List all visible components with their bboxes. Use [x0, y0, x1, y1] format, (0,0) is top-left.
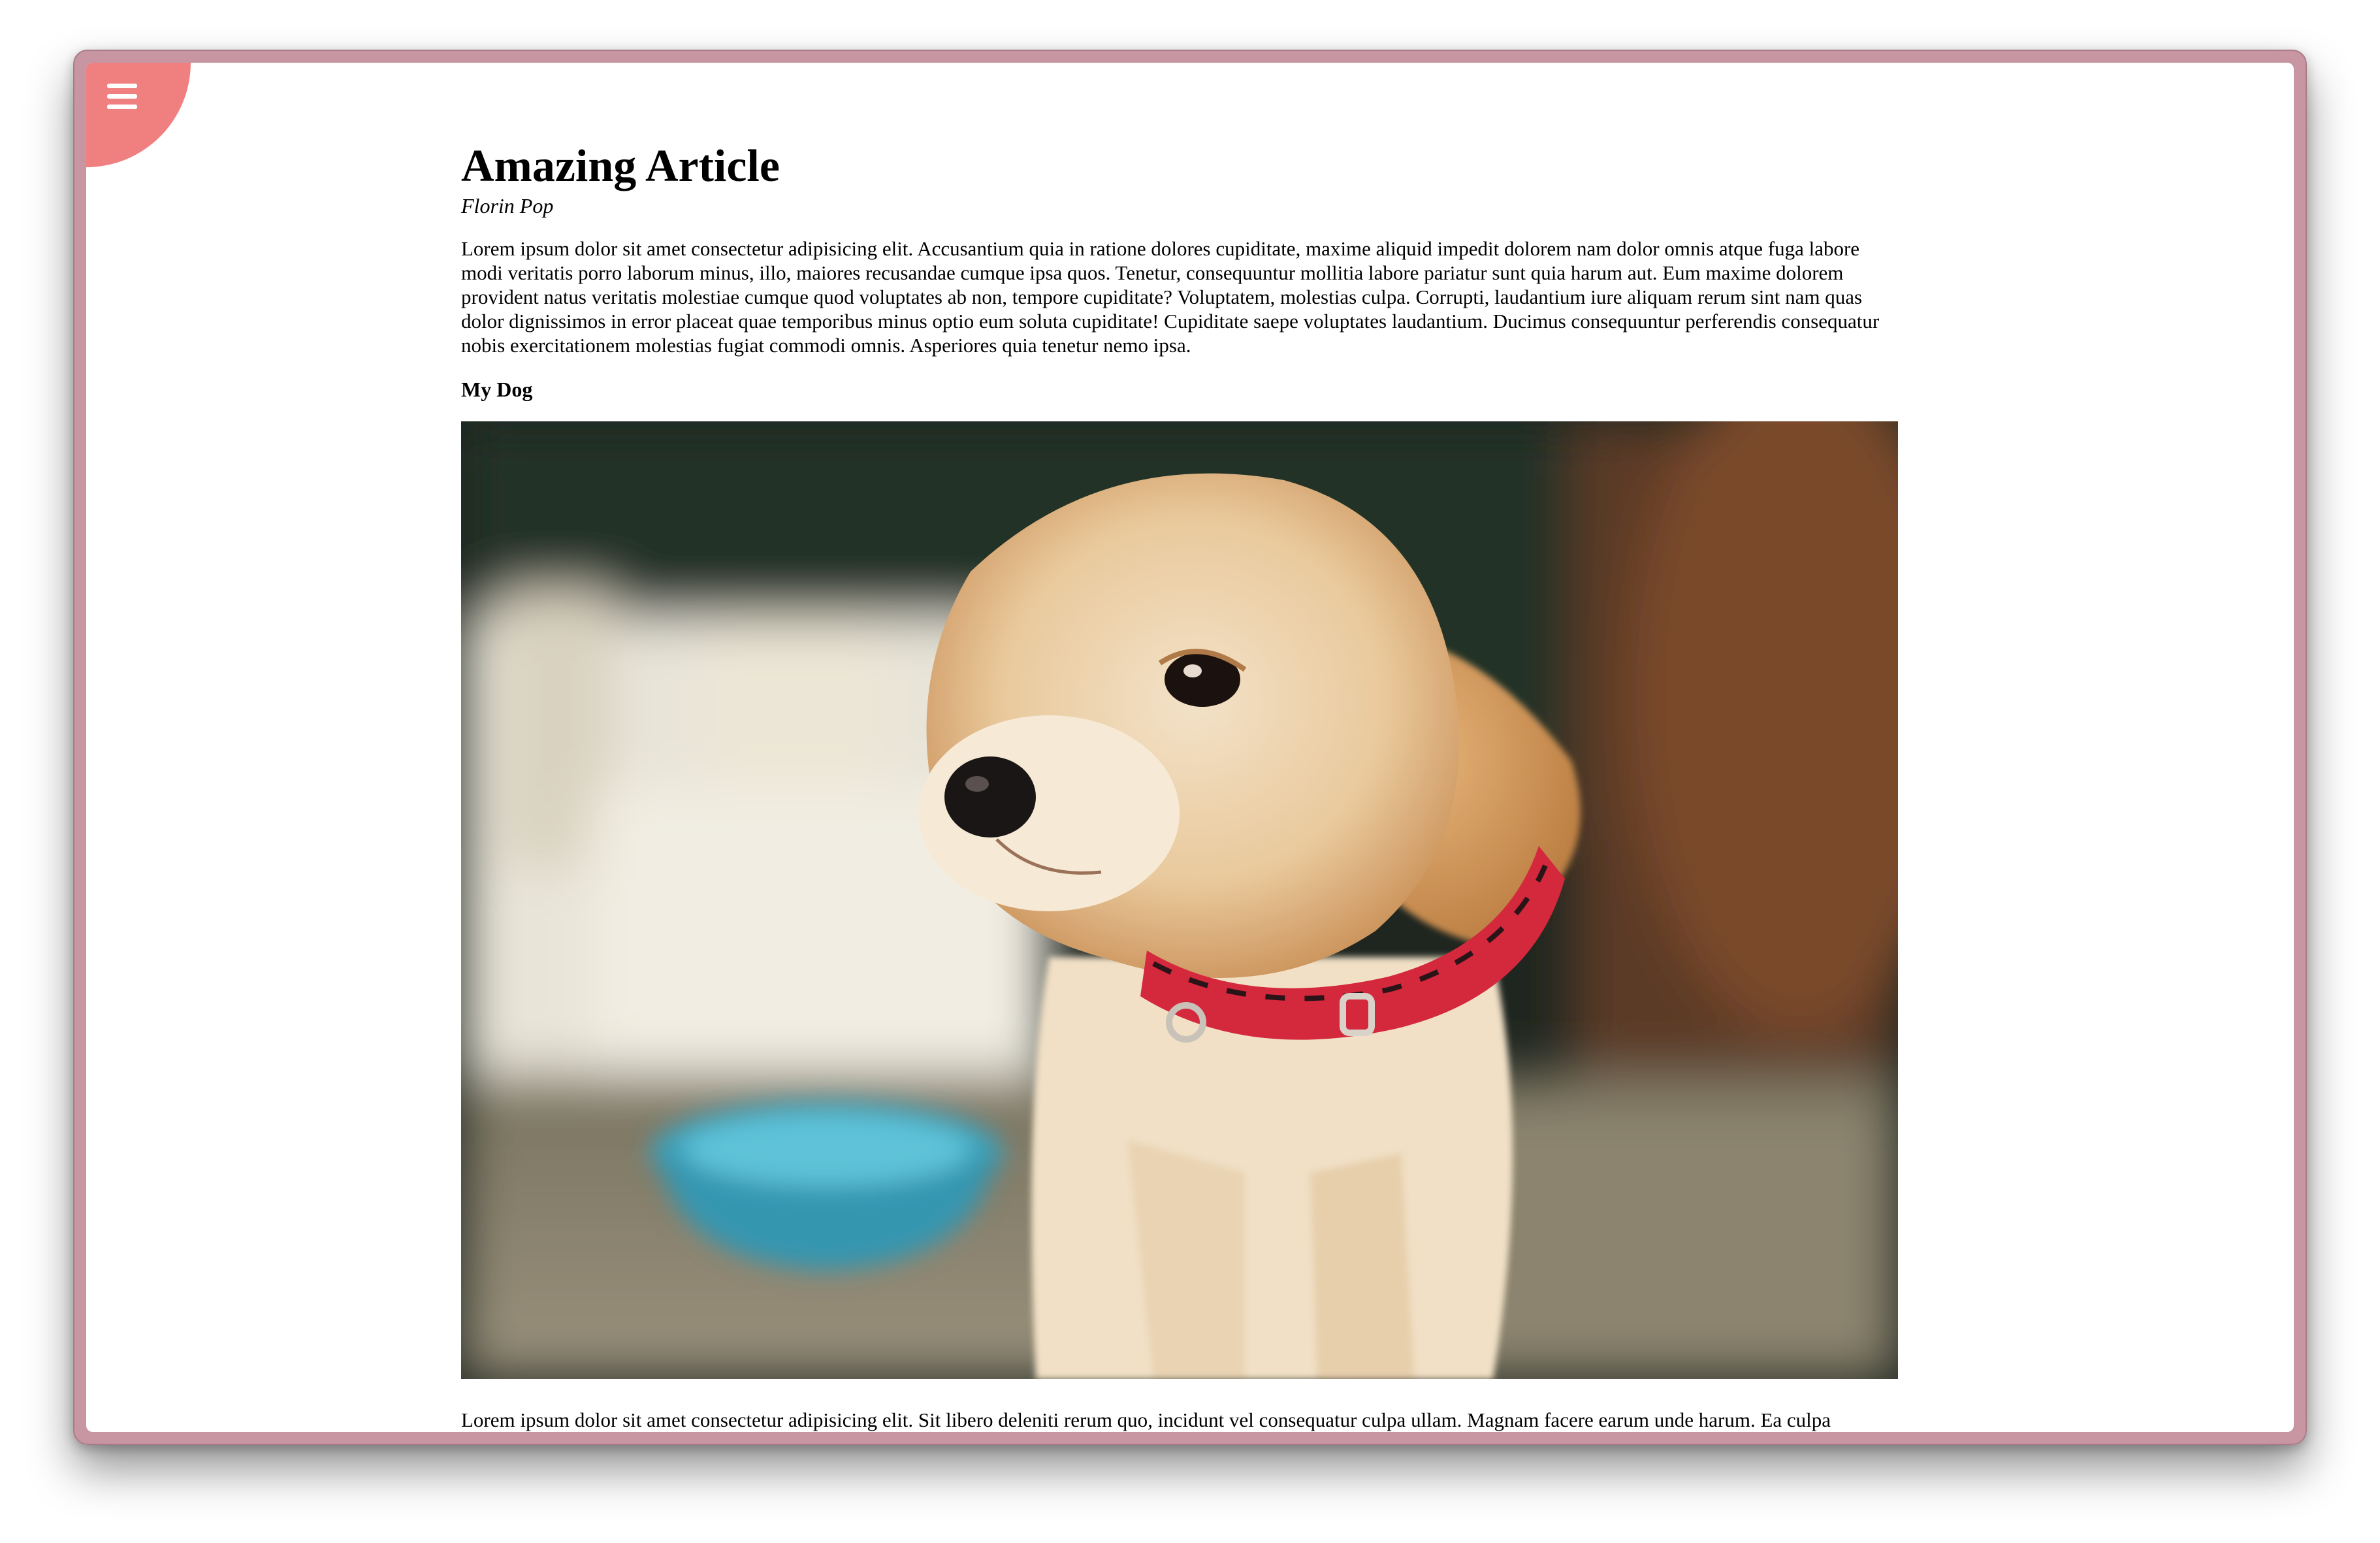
article-paragraph-2: Lorem ipsum dolor sit amet consectetur a… — [461, 1408, 1831, 1431]
image-caption: My Dog — [461, 378, 533, 401]
hamburger-menu-icon[interactable] — [107, 84, 137, 110]
browser-window: Amazing Article Florin Pop Lorem ipsum d… — [73, 50, 2307, 1445]
article-title: Amazing Article — [461, 141, 780, 191]
article-author: Florin Pop — [461, 194, 554, 218]
article: Amazing Article Florin Pop Lorem ipsum d… — [461, 140, 1898, 1432]
puppy-photo — [461, 421, 1898, 1379]
puppy-image — [461, 421, 1898, 1379]
article-paragraph: Lorem ipsum dolor sit amet consectetur a… — [461, 237, 1880, 357]
page-viewport: Amazing Article Florin Pop Lorem ipsum d… — [86, 63, 2294, 1432]
menu-toggle-button[interactable] — [86, 63, 191, 167]
